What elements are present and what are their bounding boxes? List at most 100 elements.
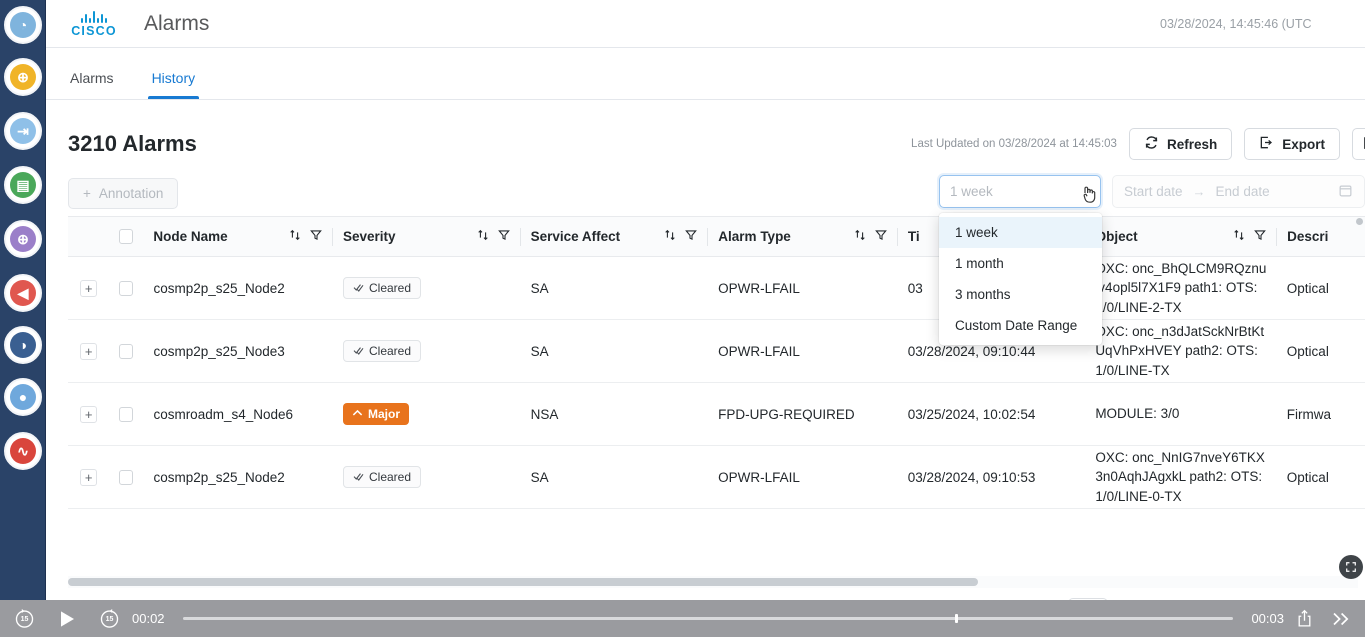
cisco-bridge-logo[interactable]: CISCO <box>66 10 122 38</box>
dropdown-option-label: 1 week <box>955 225 998 240</box>
dropdown-option-1[interactable]: 1 month <box>939 248 1102 279</box>
table-row[interactable]: + cosmroadm_s4_Node6 Major NSA FPD-UPG-REQUI… <box>68 383 1365 446</box>
page-title: 3210 Alarms <box>68 131 197 156</box>
cisco-wordmark: CISCO <box>71 23 117 38</box>
plus-expand-icon[interactable]: + <box>80 342 98 360</box>
refresh-button[interactable]: Refresh <box>1128 128 1233 160</box>
column-header-3[interactable]: Alarm Type <box>708 217 897 257</box>
sidebar-item-topology-links-icon[interactable]: ● <box>4 378 42 416</box>
funnel-filter-icon[interactable] <box>497 229 510 244</box>
vertical-scrollbar-thumb[interactable] <box>1356 218 1363 225</box>
play-icon[interactable] <box>57 609 77 629</box>
chevron-up-icon <box>352 407 363 421</box>
range-arrow-icon: → <box>1192 184 1206 199</box>
dropdown-option-0[interactable]: 1 week <box>939 217 1102 248</box>
severity-label: Cleared <box>368 344 412 358</box>
funnel-filter-icon[interactable] <box>685 229 698 244</box>
funnel-filter-icon[interactable] <box>310 229 322 244</box>
node-name-value: cosmroadm_s4_Node6 <box>153 406 294 422</box>
sort-icon[interactable] <box>1233 229 1245 244</box>
column-header-label: Alarm Type <box>718 229 791 244</box>
provision-service-icon: ⊕ <box>10 226 36 252</box>
page-toolbar: 3210 Alarms Last Updated on 03/28/2024 a… <box>46 118 1365 170</box>
total-time-label: 00:03 <box>1251 611 1284 626</box>
node-name-value: cosmp2p_s25_Node2 <box>153 469 285 485</box>
cell-description: Optical <box>1277 320 1365 382</box>
sort-icon[interactable] <box>289 229 301 244</box>
alarm-type-value: OPWR-LFAIL <box>718 469 800 485</box>
plus-expand-icon[interactable]: + <box>80 405 98 423</box>
column-header-5[interactable]: Object <box>1086 217 1277 257</box>
dropdown-option-3[interactable]: Custom Date Range <box>939 310 1102 341</box>
severity-label: Cleared <box>368 281 412 295</box>
open-external-button[interactable] <box>1352 128 1365 160</box>
sidebar-item-provision-service-icon[interactable]: ⊕ <box>4 220 42 258</box>
refresh-label: Refresh <box>1166 136 1218 152</box>
plus-expand-icon[interactable]: + <box>80 468 98 486</box>
column-header-label: Descri <box>1287 229 1329 244</box>
table-row[interactable]: + cosmp2p_s25_Node3 Cleared SA OPWR-LFAIL 03/… <box>68 320 1365 383</box>
sort-icon[interactable] <box>664 229 676 244</box>
fast-forward-icon[interactable] <box>1331 610 1351 628</box>
row-checkbox[interactable] <box>119 343 134 359</box>
sort-icon[interactable] <box>854 229 866 244</box>
sidebar-item-health-monitor-icon[interactable]: ∿ <box>4 432 42 470</box>
row-checkbox[interactable] <box>119 280 134 296</box>
sort-icon[interactable] <box>477 229 489 244</box>
left-nav-sidebar: ◔⊕⇥▤⊕◀◑●∿ ♛ <box>0 0 46 637</box>
add-annotation-button[interactable]: + Annotation <box>68 177 179 209</box>
cell-object: MODULE: 3/0 <box>1085 383 1276 445</box>
cell-object: OXC: onc_n3dJatSckNrBtKtUqVhPxHVEY path2… <box>1085 320 1276 382</box>
sidebar-item-add-devices-icon[interactable]: ⊕ <box>4 58 42 96</box>
alarms-history-screen: ◔⊕⇥▤⊕◀◑●∿ ♛ CISCO Alarms 03/28/2024, 14:… <box>0 0 1365 637</box>
tab-history[interactable]: History <box>147 70 200 99</box>
column-header-6[interactable]: Descri <box>1277 217 1365 257</box>
table-header-row: Node Name Severity Service Affect Alarm Typ… <box>68 217 1365 257</box>
plus-expand-icon[interactable]: + <box>80 279 98 297</box>
sidebar-item-inventory-report-icon[interactable]: ▤ <box>4 166 42 204</box>
status-badge: Major <box>342 403 409 425</box>
playback-knob[interactable] <box>954 614 958 623</box>
row-checkbox[interactable] <box>119 469 134 485</box>
horizontal-scrollbar-thumb[interactable] <box>68 578 978 586</box>
globe-network-icon: ◔ <box>10 12 36 38</box>
sidebar-item-onboard-device-icon[interactable]: ⇥ <box>4 112 42 150</box>
sidebar-item-alarms-bell-icon[interactable]: ◀ <box>4 274 42 312</box>
column-header-2[interactable]: Service Affect <box>521 217 708 257</box>
row-checkbox[interactable] <box>119 406 134 422</box>
sidebar-item-globe-network-icon[interactable]: ◔ <box>4 6 42 44</box>
inventory-report-icon: ▤ <box>10 172 36 198</box>
column-header-1[interactable]: Severity <box>333 217 520 257</box>
cell-time: 03/28/2024, 09:10:53 <box>898 446 1086 508</box>
export-icon <box>1259 135 1274 153</box>
status-badge: Cleared <box>342 340 422 362</box>
funnel-filter-icon[interactable] <box>1254 229 1267 244</box>
time-range-select[interactable]: 1 week <box>939 175 1101 208</box>
row-expand-cell: + <box>68 320 109 382</box>
column-header-label: Ti <box>907 229 920 244</box>
time-range-dropdown-menu: 1 week 1 month 3 months Custom Date Range <box>939 213 1102 345</box>
sidebar-item-performance-chart-icon[interactable]: ◑ <box>4 326 42 364</box>
rewind-15-icon[interactable]: 15 <box>14 608 35 629</box>
node-name-value: cosmp2p_s25_Node2 <box>153 280 285 296</box>
expand-fullscreen-icon[interactable] <box>1339 555 1363 579</box>
funnel-filter-icon[interactable] <box>875 229 887 244</box>
description-value: Optical <box>1286 280 1329 296</box>
checkbox-unchecked[interactable] <box>119 229 134 244</box>
column-header-0[interactable]: Node Name <box>143 217 332 257</box>
date-range-picker[interactable]: Start date → End date <box>1112 175 1365 208</box>
tab-alarms[interactable]: Alarms <box>66 70 118 99</box>
forward-15-icon[interactable]: 15 <box>99 608 120 629</box>
service-affect-value: SA <box>530 343 549 359</box>
calendar-icon[interactable] <box>1338 183 1353 201</box>
dropdown-option-2[interactable]: 3 months <box>939 279 1102 310</box>
dropdown-option-label: 1 month <box>955 256 1004 271</box>
share-upload-icon[interactable] <box>1296 609 1313 628</box>
cell-service-affect: SA <box>521 257 709 319</box>
playback-progress-slider[interactable] <box>182 614 1234 623</box>
export-button[interactable]: Export <box>1244 128 1340 160</box>
table-row[interactable]: + cosmp2p_s25_Node2 Cleared SA OPWR-LFAIL 03 O… <box>68 257 1365 320</box>
time-value: 03 <box>907 280 923 296</box>
table-row[interactable]: + cosmp2p_s25_Node2 Cleared SA OPWR-LFAIL 03/… <box>68 446 1365 509</box>
cell-node-name: cosmp2p_s25_Node2 <box>143 446 333 508</box>
